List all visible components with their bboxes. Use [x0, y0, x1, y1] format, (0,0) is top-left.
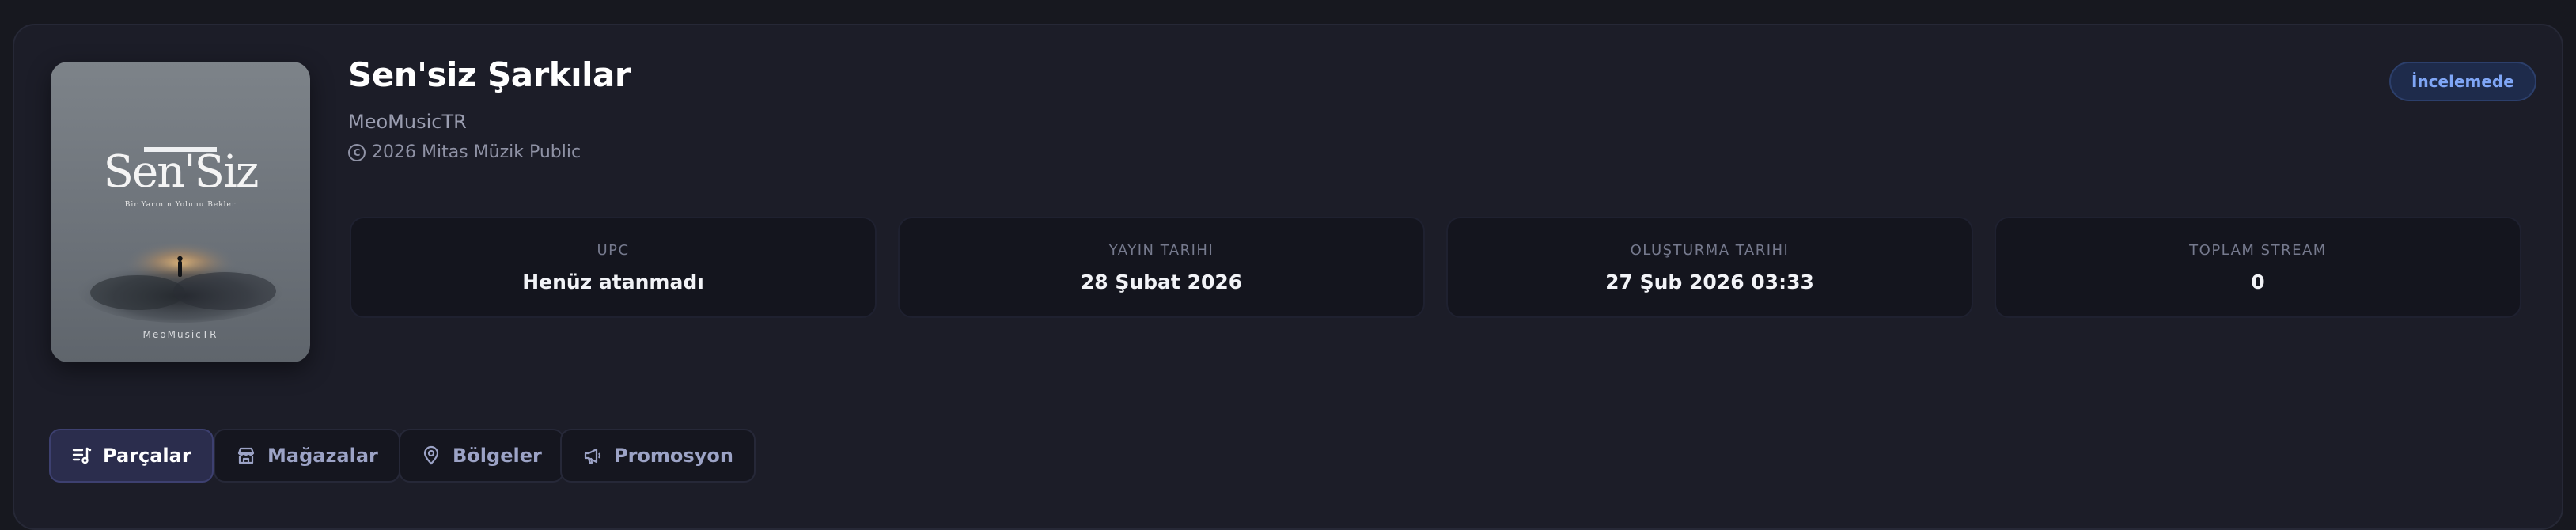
stat-value: 28 Şubat 2026 [1080, 271, 1243, 293]
copyright-icon: C [348, 143, 366, 161]
stat-card-release-date: YAYIN TARIHI 28 Şubat 2026 [898, 217, 1425, 318]
stat-card-upc: UPC Henüz atanmadı [350, 217, 877, 318]
tab-tracks[interactable]: Parçalar [49, 429, 214, 483]
stat-value: Henüz atanmadı [522, 271, 704, 293]
release-title: Sen'siz Şarkılar [348, 55, 631, 94]
stat-label: YAYIN TARIHI [1108, 242, 1214, 259]
stat-card-total-streams: TOPLAM STREAM 0 [1995, 217, 2521, 318]
megaphone-icon [582, 445, 603, 466]
status-badge: İncelemede [2389, 62, 2536, 101]
stat-value: 27 Şub 2026 03:33 [1605, 271, 1814, 293]
album-cover-image: Sen'Siz Bir Yarının Yolunu Bekler MeoMus… [51, 62, 310, 362]
cover-scene-illustration [78, 237, 283, 323]
stat-label: OLUŞTURMA TARIHI [1630, 242, 1790, 259]
tab-regions[interactable]: Bölgeler [399, 429, 564, 483]
copyright-text: 2026 Mitas Müzik Public [372, 142, 581, 162]
cover-subtitle: Bir Yarının Yolunu Bekler [124, 201, 237, 209]
stat-card-created-date: OLUŞTURMA TARIHI 27 Şub 2026 03:33 [1446, 217, 1973, 318]
tab-label: Parçalar [103, 445, 191, 467]
store-icon [236, 445, 256, 466]
tab-promotion[interactable]: Promosyon [560, 429, 756, 483]
release-artist[interactable]: MeoMusicTR [348, 111, 467, 133]
cover-artist-name: MeoMusicTR [142, 329, 218, 340]
location-pin-icon [421, 445, 441, 466]
tab-label: Promosyon [614, 445, 733, 467]
stat-label: TOPLAM STREAM [2189, 242, 2327, 259]
stat-value: 0 [2251, 271, 2265, 293]
tab-label: Mağazalar [267, 445, 378, 467]
cover-title: Sen'Siz [103, 146, 259, 198]
release-copyright: C 2026 Mitas Müzik Public [348, 142, 581, 162]
tab-label: Bölgeler [453, 445, 542, 467]
tab-stores[interactable]: Mağazalar [214, 429, 400, 483]
tracks-icon [71, 445, 92, 466]
stat-label: UPC [597, 242, 630, 259]
